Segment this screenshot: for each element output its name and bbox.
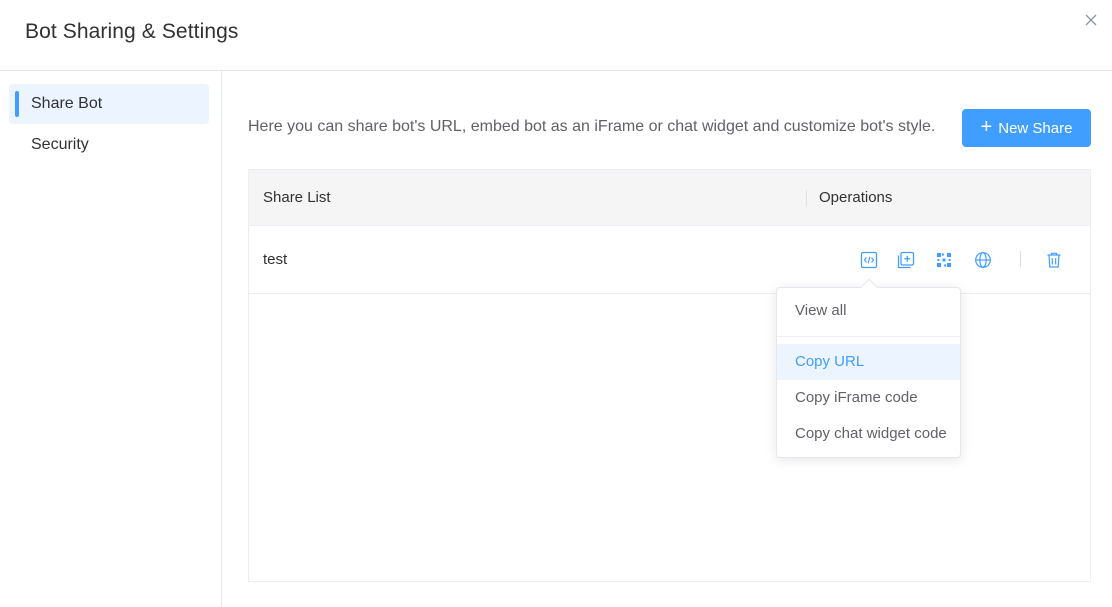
delete-icon[interactable] <box>1045 251 1063 269</box>
dropdown-item-view-all[interactable]: View all <box>777 293 960 329</box>
dropdown-item-copy-chat-widget-code[interactable]: Copy chat widget code <box>777 416 960 452</box>
globe-icon[interactable] <box>974 251 992 269</box>
sidebar-item-security[interactable]: Security <box>9 125 209 165</box>
new-share-button[interactable]: + New Share <box>962 109 1091 147</box>
embed-code-icon[interactable] <box>860 251 878 269</box>
column-separator <box>806 190 807 206</box>
sidebar-item-label: Share Bot <box>31 95 103 112</box>
sidebar: Share Bot Security <box>0 71 222 607</box>
dialog-title: Bot Sharing & Settings <box>25 20 239 43</box>
share-description: Here you can share bot's URL, embed bot … <box>248 118 936 135</box>
new-share-label: New Share <box>998 119 1073 137</box>
copy-icon[interactable] <box>897 251 915 269</box>
table-row: test <box>249 226 1090 294</box>
column-header-share-list: Share List <box>263 189 331 206</box>
copy-options-dropdown: View all Copy URL Copy iFrame code Copy … <box>776 278 961 458</box>
column-header-operations: Operations <box>819 189 893 206</box>
sidebar-item-label: Security <box>31 136 89 153</box>
dropdown-divider <box>777 336 960 337</box>
close-icon[interactable] <box>1083 12 1099 28</box>
dropdown-item-copy-iframe-code[interactable]: Copy iFrame code <box>777 380 960 416</box>
share-name: test <box>263 251 288 268</box>
operations-separator <box>1020 251 1021 267</box>
plus-icon: + <box>980 116 993 138</box>
dropdown-item-copy-url[interactable]: Copy URL <box>777 344 960 380</box>
table-header: Share List Operations <box>249 170 1090 226</box>
sidebar-item-share-bot[interactable]: Share Bot <box>9 84 209 124</box>
qr-code-icon[interactable] <box>935 251 953 269</box>
share-table: Share List Operations test <box>248 169 1091 582</box>
